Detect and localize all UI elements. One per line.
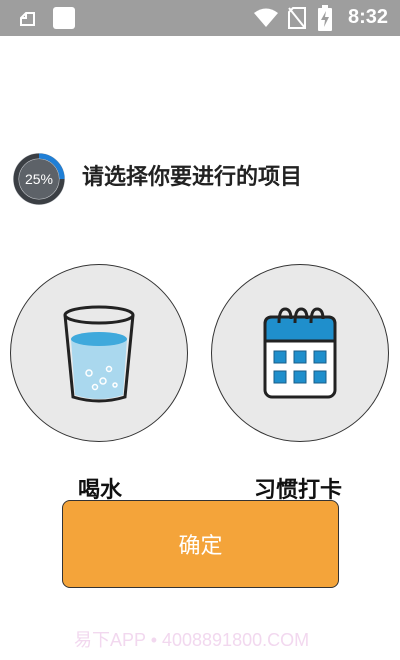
option-habit-checkin[interactable] — [211, 264, 389, 442]
option-drink-water[interactable] — [10, 264, 188, 442]
confirm-button[interactable]: 确定 — [62, 500, 339, 588]
status-bar: 8:32 — [0, 0, 400, 36]
progress-label: 25% — [25, 171, 53, 187]
calendar-icon — [263, 307, 337, 399]
water-glass-icon — [63, 305, 135, 403]
app-icon — [53, 7, 75, 29]
progress-ring: 25% — [13, 153, 65, 205]
wifi-icon — [254, 8, 278, 27]
battery-charging-icon — [318, 5, 332, 31]
notification-icon — [20, 12, 35, 26]
watermark: 易下APP • 4008891800.COM — [74, 630, 310, 650]
prompt-text: 请选择你要进行的项目 — [82, 165, 303, 190]
no-sim-icon — [288, 7, 306, 29]
clock-time: 8:32 — [347, 6, 388, 28]
